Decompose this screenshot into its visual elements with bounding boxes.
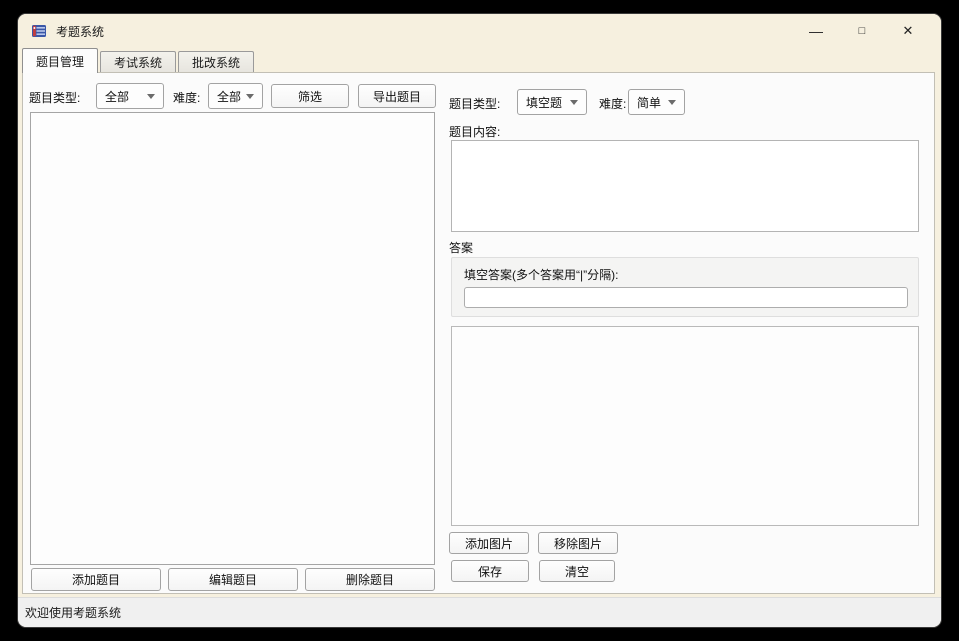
filter-button[interactable]: 筛选 (271, 84, 349, 108)
right-type-label: 题目类型: (449, 95, 500, 112)
left-difficulty-value: 全部 (217, 88, 241, 105)
answer-group-label: 答案 (449, 239, 473, 256)
title-bar: 考题系统 — □ ✕ (18, 14, 941, 48)
right-difficulty-label: 难度: (599, 95, 626, 112)
question-content-textarea[interactable] (451, 140, 919, 232)
blank-answer-input[interactable] (464, 287, 908, 308)
tab-bar: 题目管理 考试系统 批改系统 (18, 48, 941, 72)
right-difficulty-combobox[interactable]: 简单 (628, 89, 685, 115)
left-type-label: 题目类型: (29, 89, 80, 106)
content-label: 题目内容: (449, 123, 500, 140)
window-controls: — □ ✕ (793, 14, 931, 48)
edit-question-button[interactable]: 编辑题目 (168, 568, 298, 591)
chevron-down-icon (246, 94, 254, 99)
app-icon (31, 23, 47, 39)
question-listbox[interactable] (30, 112, 435, 565)
right-difficulty-value: 简单 (637, 94, 661, 111)
add-image-button[interactable]: 添加图片 (449, 532, 529, 554)
save-button[interactable]: 保存 (451, 560, 529, 582)
question-management-page: 题目类型: 全部 难度: 全部 筛选 导出题目 添加题目 编辑题目 删除题目 题… (22, 72, 935, 594)
left-difficulty-label: 难度: (173, 89, 200, 106)
image-preview-area (451, 326, 919, 526)
left-difficulty-combobox[interactable]: 全部 (208, 83, 263, 109)
answer-group: 填空答案(多个答案用“|”分隔): (451, 257, 919, 317)
chevron-down-icon (147, 94, 155, 99)
chevron-down-icon (668, 100, 676, 105)
export-questions-button[interactable]: 导出题目 (358, 84, 436, 108)
remove-image-button[interactable]: 移除图片 (538, 532, 618, 554)
tab-question-management[interactable]: 题目管理 (22, 48, 98, 73)
maximize-button[interactable]: □ (839, 14, 885, 48)
add-question-button[interactable]: 添加题目 (31, 568, 161, 591)
tab-exam-system[interactable]: 考试系统 (100, 51, 176, 72)
close-button[interactable]: ✕ (885, 14, 931, 48)
blank-answer-label: 填空答案(多个答案用“|”分隔): (464, 266, 618, 283)
minimize-button[interactable]: — (793, 14, 839, 48)
chevron-down-icon (570, 100, 578, 105)
left-type-combobox[interactable]: 全部 (96, 83, 164, 109)
clear-button[interactable]: 清空 (539, 560, 615, 582)
status-bar: 欢迎使用考题系统 (18, 597, 941, 627)
right-type-value: 填空题 (526, 94, 562, 111)
status-text: 欢迎使用考题系统 (25, 604, 121, 621)
tab-grading-system[interactable]: 批改系统 (178, 51, 254, 72)
right-type-combobox[interactable]: 填空题 (517, 89, 587, 115)
left-type-value: 全部 (105, 88, 129, 105)
app-window: 考题系统 — □ ✕ 题目管理 考试系统 批改系统 题目类型: 全部 难度: 全… (18, 14, 941, 627)
window-title: 考题系统 (56, 23, 104, 40)
delete-question-button[interactable]: 删除题目 (305, 568, 435, 591)
